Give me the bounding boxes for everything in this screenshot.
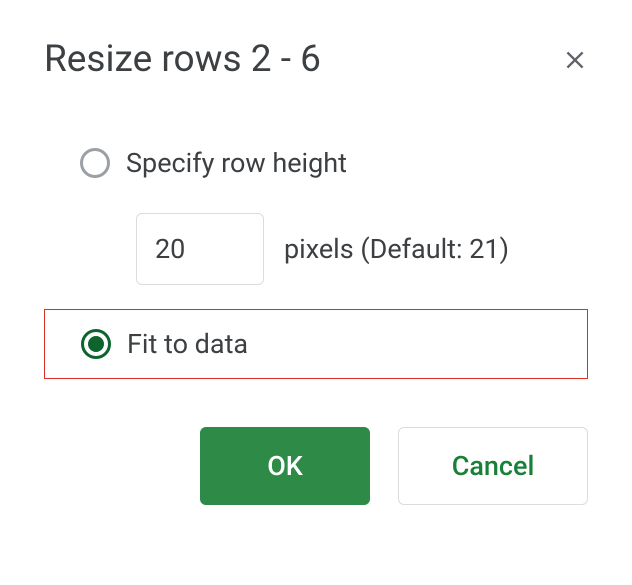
height-input-suffix: pixels (Default: 21): [284, 233, 509, 265]
radio-specify-label: Specify row height: [126, 147, 347, 179]
close-icon[interactable]: [562, 47, 588, 73]
radio-fit-label: Fit to data: [127, 328, 248, 360]
radio-specify-height[interactable]: [80, 148, 110, 178]
dialog-header: Resize rows 2 - 6: [44, 38, 588, 81]
option-specify-row[interactable]: Specify row height: [44, 137, 588, 189]
option-fit-row[interactable]: Fit to data: [44, 309, 588, 379]
height-input-row: pixels (Default: 21): [136, 213, 588, 285]
dialog-button-row: OK Cancel: [200, 427, 588, 505]
radio-fit-to-data[interactable]: [81, 329, 111, 359]
dialog-title: Resize rows 2 - 6: [44, 38, 321, 81]
row-height-input[interactable]: [136, 213, 264, 285]
cancel-button[interactable]: Cancel: [398, 427, 588, 505]
ok-button[interactable]: OK: [200, 427, 370, 505]
resize-rows-dialog: Resize rows 2 - 6 Specify row height pix…: [0, 0, 632, 545]
